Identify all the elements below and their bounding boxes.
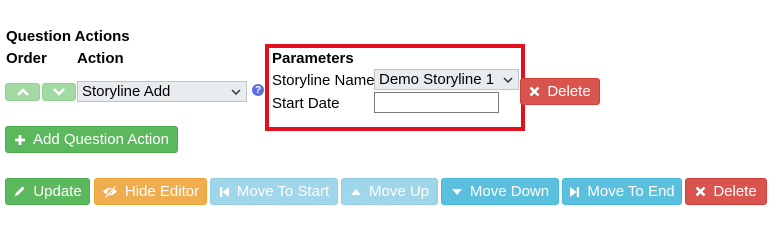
chevron-down-icon: [53, 88, 65, 96]
delete-action-label: Delete: [547, 83, 591, 100]
update-button[interactable]: Update: [5, 178, 90, 205]
triangle-up-icon: [350, 188, 361, 195]
storyline-name-select[interactable]: Demo Storyline 1: [374, 69, 519, 90]
section-title: Question Actions: [6, 28, 130, 45]
move-down-button[interactable]: Move Down: [441, 178, 559, 205]
triangle-down-icon: [451, 188, 462, 195]
eye-slash-icon: [102, 185, 117, 198]
action-type-select[interactable]: Storyline Add: [77, 81, 247, 102]
column-header-parameters: Parameters: [272, 50, 354, 67]
start-date-input[interactable]: [374, 92, 499, 113]
delete-button[interactable]: Delete: [685, 178, 767, 205]
close-icon: [529, 86, 540, 97]
delete-label: Delete: [713, 183, 757, 200]
storyline-name-label: Storyline Name: [272, 72, 375, 89]
move-to-start-button[interactable]: Move To Start: [210, 178, 338, 205]
chevron-down-icon: [231, 88, 241, 95]
hide-editor-button[interactable]: Hide Editor: [94, 178, 207, 205]
column-header-order: Order: [6, 50, 47, 67]
move-to-end-button[interactable]: Move To End: [562, 178, 682, 205]
move-action-down-button[interactable]: [42, 83, 76, 101]
close-icon: [695, 186, 706, 197]
delete-action-button[interactable]: Delete: [520, 78, 600, 105]
move-to-start-label: Move To Start: [236, 183, 330, 200]
help-icon[interactable]: ?: [252, 84, 264, 96]
move-up-button[interactable]: Move Up: [341, 178, 438, 205]
update-label: Update: [33, 183, 82, 200]
storyline-name-select-value: Demo Storyline 1: [379, 71, 495, 88]
start-date-label: Start Date: [272, 95, 340, 112]
pencil-icon: [14, 186, 25, 197]
hide-editor-label: Hide Editor: [124, 183, 200, 200]
chevron-down-icon: [503, 76, 513, 83]
step-backward-icon: [219, 186, 229, 197]
add-question-action-button[interactable]: Add Question Action: [5, 126, 178, 153]
move-action-up-button[interactable]: [5, 83, 40, 101]
plus-icon: [15, 134, 26, 145]
step-forward-icon: [570, 186, 580, 197]
action-type-select-value: Storyline Add: [82, 83, 171, 100]
add-question-action-label: Add Question Action: [33, 131, 169, 148]
move-up-label: Move Up: [368, 183, 430, 200]
chevron-up-icon: [16, 88, 29, 96]
move-down-label: Move Down: [469, 183, 550, 200]
move-to-end-label: Move To End: [587, 183, 675, 200]
column-header-action: Action: [77, 50, 124, 67]
